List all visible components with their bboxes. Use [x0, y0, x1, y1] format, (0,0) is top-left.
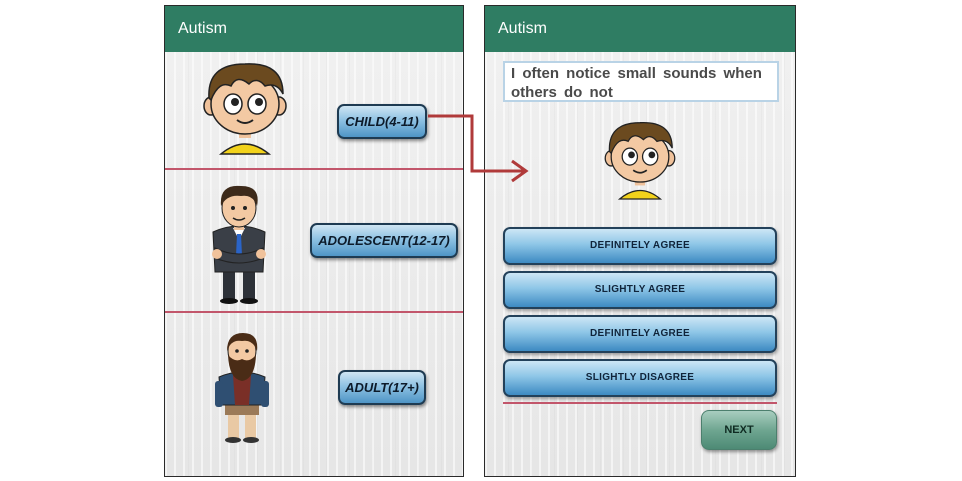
- next-button[interactable]: NEXT: [701, 410, 777, 450]
- app-bar: Autism: [165, 6, 463, 52]
- adolescent-section: ADOLESCENT(12-17): [165, 170, 463, 312]
- age-selection-screen: Autism CHILD(4-11) ADOLESCENT(12-17) ADU…: [164, 5, 464, 477]
- answer-definitely-agree-button[interactable]: DEFINITELY AGREE: [503, 227, 777, 265]
- child-button[interactable]: CHILD(4-11): [337, 104, 427, 139]
- adolescent-button[interactable]: ADOLESCENT(12-17): [310, 223, 458, 258]
- app-title: Autism: [498, 20, 547, 37]
- child-avatar-icon: [203, 63, 287, 155]
- question-text: I often notice small sounds when others …: [503, 61, 779, 102]
- app-title: Autism: [178, 20, 227, 37]
- questionnaire-screen: Autism I often notice small sounds when …: [484, 5, 796, 477]
- app-bar: Autism: [485, 6, 795, 52]
- child-section: CHILD(4-11): [165, 52, 463, 170]
- answer-slightly-disagree-button[interactable]: SLIGHTLY DISAGREE: [503, 359, 777, 397]
- adolescent-avatar-icon: [212, 185, 266, 304]
- answer-definitely-agree-button-2[interactable]: DEFINITELY AGREE: [503, 315, 777, 353]
- child-avatar-icon: [604, 122, 676, 200]
- answers-divider: [503, 402, 777, 404]
- adult-avatar-icon: [215, 333, 269, 443]
- adult-section: ADULT(17+): [165, 313, 463, 476]
- connector-arrow: [428, 114, 529, 183]
- adult-button[interactable]: ADULT(17+): [338, 370, 426, 405]
- answer-slightly-agree-button[interactable]: SLIGHTLY AGREE: [503, 271, 777, 309]
